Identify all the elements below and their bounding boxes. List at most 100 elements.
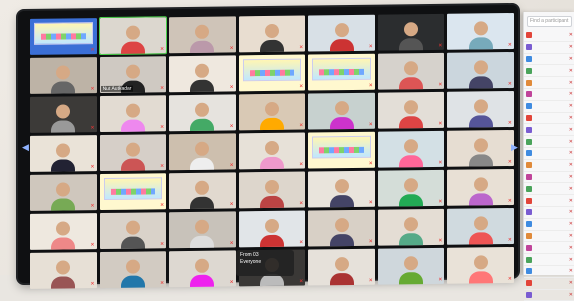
participant-avatar xyxy=(526,233,532,239)
video-tile[interactable]: ✕ xyxy=(308,249,375,286)
video-tile[interactable]: ✕ xyxy=(30,18,97,55)
participant-list-item[interactable]: ✕ xyxy=(524,183,574,195)
video-tile[interactable]: ✕ xyxy=(378,170,445,207)
muted-mic-icon: ✕ xyxy=(438,160,442,166)
video-tile[interactable]: ✕ xyxy=(378,131,445,168)
video-tile[interactable]: ✕ xyxy=(308,171,375,208)
video-tile[interactable]: ✕ xyxy=(447,91,514,128)
video-tile[interactable]: ✕ xyxy=(100,95,167,132)
participant-body xyxy=(330,39,354,52)
participant-list-item[interactable]: ✕ xyxy=(524,207,574,219)
participant-list-item[interactable]: ✕ xyxy=(524,101,574,113)
participant-list-item[interactable]: ✕ xyxy=(524,113,574,125)
participant-body xyxy=(51,159,75,172)
participant-list-item[interactable]: ✕ xyxy=(524,219,574,231)
video-tile[interactable]: ✕ xyxy=(169,133,236,170)
participant-avatar xyxy=(526,56,532,62)
participant-list-item[interactable]: ✕ xyxy=(524,278,574,290)
video-tile[interactable]: ✕ xyxy=(30,213,97,250)
participant-list-item[interactable]: ✕ xyxy=(524,160,574,172)
video-tile[interactable]: ✕ xyxy=(100,173,167,210)
participant-body xyxy=(121,120,145,133)
participant-face xyxy=(335,179,349,193)
video-tile[interactable]: ✕ xyxy=(239,16,306,53)
muted-mic-icon: ✕ xyxy=(569,139,573,145)
video-tile[interactable]: ✕ xyxy=(378,209,445,246)
participant-body xyxy=(51,120,75,133)
participant-list-item[interactable]: ✕ xyxy=(524,266,574,278)
video-tile[interactable]: ✕ xyxy=(239,133,306,170)
video-tile[interactable]: ✕ xyxy=(447,169,514,206)
video-tile[interactable]: ✕ xyxy=(447,208,514,245)
video-tile[interactable]: ✕ xyxy=(169,55,236,92)
video-tile[interactable]: ✕ xyxy=(308,15,375,52)
shared-slide-thumbnail xyxy=(243,59,302,82)
muted-mic-icon: ✕ xyxy=(569,221,573,227)
participant-face xyxy=(404,61,418,75)
gallery-prev-page-button[interactable]: ◀ xyxy=(22,142,29,153)
video-tile[interactable]: ✕ xyxy=(169,16,236,53)
participant-list-item[interactable]: ✕ xyxy=(524,254,574,266)
participant-list-item[interactable]: ✕ xyxy=(524,136,574,148)
participant-list-item[interactable]: ✕ xyxy=(524,54,574,66)
video-tile[interactable]: ✕ xyxy=(169,172,236,209)
muted-mic-icon: ✕ xyxy=(230,279,234,285)
video-tile[interactable]: ✕ xyxy=(378,248,445,285)
video-tile[interactable]: ✕ xyxy=(169,94,236,131)
shared-slide-thumbnail xyxy=(312,58,371,81)
video-tile[interactable]: ✕ xyxy=(30,252,97,289)
video-tile[interactable]: ✕ xyxy=(100,251,167,288)
chat-notification-toast[interactable]: From 03 Everyone xyxy=(236,250,294,276)
video-tile[interactable]: ✕ xyxy=(30,174,97,211)
participant-avatar xyxy=(526,150,532,156)
participant-body xyxy=(330,234,354,247)
participant-list-item[interactable]: ✕ xyxy=(524,42,574,54)
muted-mic-icon: ✕ xyxy=(438,121,442,127)
video-tile[interactable]: ✕ xyxy=(308,210,375,247)
participant-list-item[interactable]: ✕ xyxy=(524,172,574,184)
video-tile[interactable]: ✕ xyxy=(239,172,306,209)
video-tile[interactable]: Nut Autkadar✕ xyxy=(100,56,167,93)
video-tile[interactable]: ✕ xyxy=(308,54,375,91)
participant-search-input[interactable]: Find a participant xyxy=(527,16,572,27)
video-tile[interactable]: ✕ xyxy=(378,92,445,129)
gallery-next-page-button[interactable]: ▶ xyxy=(511,142,518,153)
participant-list-item[interactable]: ✕ xyxy=(524,77,574,89)
participant-face xyxy=(56,104,70,118)
participant-list-item[interactable]: ✕ xyxy=(524,290,574,301)
video-tile[interactable]: ✕ xyxy=(308,132,375,169)
video-tile[interactable]: ✕ xyxy=(100,134,167,171)
participant-list-item[interactable]: ✕ xyxy=(524,195,574,207)
participant-list-item[interactable]: ✕ xyxy=(524,89,574,101)
video-tile[interactable]: ✕ xyxy=(30,135,97,172)
participant-list-item[interactable]: ✕ xyxy=(524,148,574,160)
muted-mic-icon: ✕ xyxy=(438,82,442,88)
participant-list-item[interactable]: ✕ xyxy=(524,242,574,254)
participant-list-item[interactable]: ✕ xyxy=(524,65,574,77)
participant-avatar xyxy=(526,80,532,86)
video-tile[interactable]: ✕ xyxy=(378,53,445,90)
video-tile[interactable]: ✕ xyxy=(169,250,236,287)
video-tile[interactable]: ✕ xyxy=(447,247,514,284)
participant-list-item[interactable]: ✕ xyxy=(524,231,574,243)
video-tile[interactable]: ✕ xyxy=(30,96,97,133)
video-tile[interactable]: ✕ xyxy=(169,211,236,248)
video-tile[interactable]: ✕ xyxy=(100,17,167,54)
muted-mic-icon: ✕ xyxy=(90,281,94,287)
participant-list-item[interactable]: ✕ xyxy=(524,124,574,136)
video-tile[interactable]: ✕ xyxy=(100,212,167,249)
video-tile[interactable]: ✕ xyxy=(239,55,306,92)
video-tile[interactable]: ✕ xyxy=(239,211,306,248)
video-tile[interactable]: ✕ xyxy=(30,57,97,94)
video-tile[interactable]: ✕ xyxy=(308,93,375,130)
participant-list-item[interactable]: ✕ xyxy=(524,30,574,42)
participant-avatar xyxy=(526,257,532,263)
video-tile[interactable]: ✕ xyxy=(447,130,514,167)
video-tile[interactable]: ✕ xyxy=(239,94,306,131)
participant-body xyxy=(399,155,423,168)
video-tile[interactable]: ✕ xyxy=(447,52,514,89)
video-tile[interactable]: ✕ xyxy=(378,14,445,51)
participant-face xyxy=(265,24,279,38)
muted-mic-icon: ✕ xyxy=(369,161,373,167)
video-tile[interactable]: ✕ xyxy=(447,13,514,50)
